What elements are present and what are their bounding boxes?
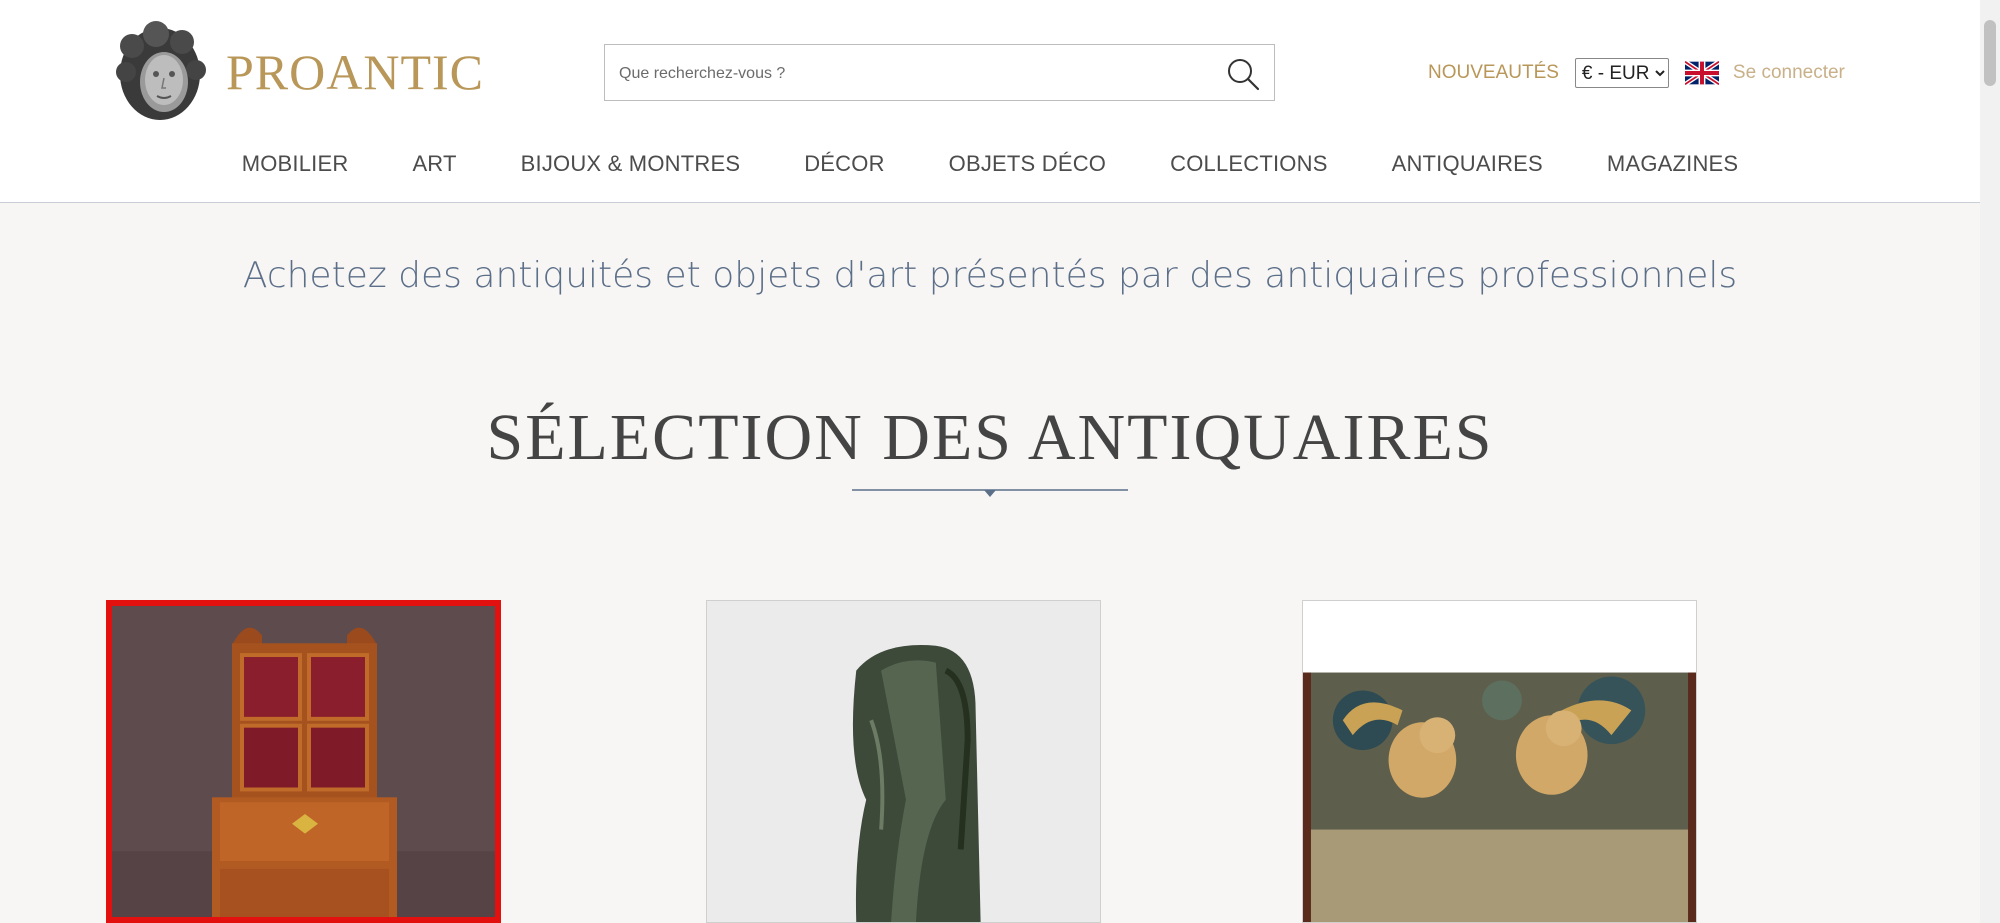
- product-card-2[interactable]: [706, 600, 1101, 923]
- currency-select[interactable]: € - EUR: [1574, 58, 1669, 88]
- scrollbar-thumb[interactable]: [1984, 20, 1996, 86]
- nav-item-magazines[interactable]: MAGAZINES: [1607, 151, 1738, 177]
- section-title: SÉLECTION DES ANTIQUAIRES: [486, 401, 1494, 474]
- page: PROANTIC NOUVEAUTÉS € - EUR: [0, 0, 1980, 923]
- tapestry-putti-image: [1303, 601, 1696, 922]
- nav-item-collections[interactable]: COLLECTIONS: [1170, 151, 1327, 177]
- secretary-bookcase-image: [112, 606, 495, 917]
- product-card-3[interactable]: [1302, 600, 1697, 923]
- page-scrollbar[interactable]: [1980, 0, 2000, 923]
- medusa-head-logo-icon: [116, 21, 206, 120]
- title-divider: [852, 489, 1128, 497]
- login-link[interactable]: Se connecter: [1733, 62, 1845, 84]
- nouveautes-link[interactable]: NOUVEAUTÉS: [1428, 62, 1559, 84]
- nav-item-mobilier[interactable]: MOBILIER: [242, 151, 349, 177]
- site-header: PROANTIC NOUVEAUTÉS € - EUR: [0, 0, 1980, 203]
- search-button[interactable]: [1226, 57, 1260, 91]
- logo-text: PROANTIC: [226, 44, 485, 100]
- header-actions: NOUVEAUTÉS € - EUR Se connecter: [1428, 57, 1845, 89]
- search-input[interactable]: [617, 45, 1211, 102]
- search-icon: [1228, 59, 1260, 91]
- draped-bronze-sculpture-image: [707, 601, 1100, 922]
- product-card-1[interactable]: [106, 600, 501, 923]
- nav-item-objets-deco[interactable]: OBJETS DÉCO: [949, 151, 1106, 177]
- nav-item-art[interactable]: ART: [412, 151, 456, 177]
- uk-flag-icon[interactable]: [1684, 61, 1719, 85]
- logo-link[interactable]: PROANTIC: [112, 20, 484, 124]
- nav-item-antiquaires[interactable]: ANTIQUAIRES: [1392, 151, 1543, 177]
- search-box: [604, 44, 1275, 102]
- nav-item-bijoux-montres[interactable]: BIJOUX & MONTRES: [521, 151, 741, 177]
- tagline: Achetez des antiquités et objets d'art p…: [242, 255, 1738, 296]
- nav-item-decor[interactable]: DÉCOR: [804, 151, 884, 177]
- main-nav: MOBILIER ART BIJOUX & MONTRES DÉCOR OBJE…: [0, 144, 1980, 184]
